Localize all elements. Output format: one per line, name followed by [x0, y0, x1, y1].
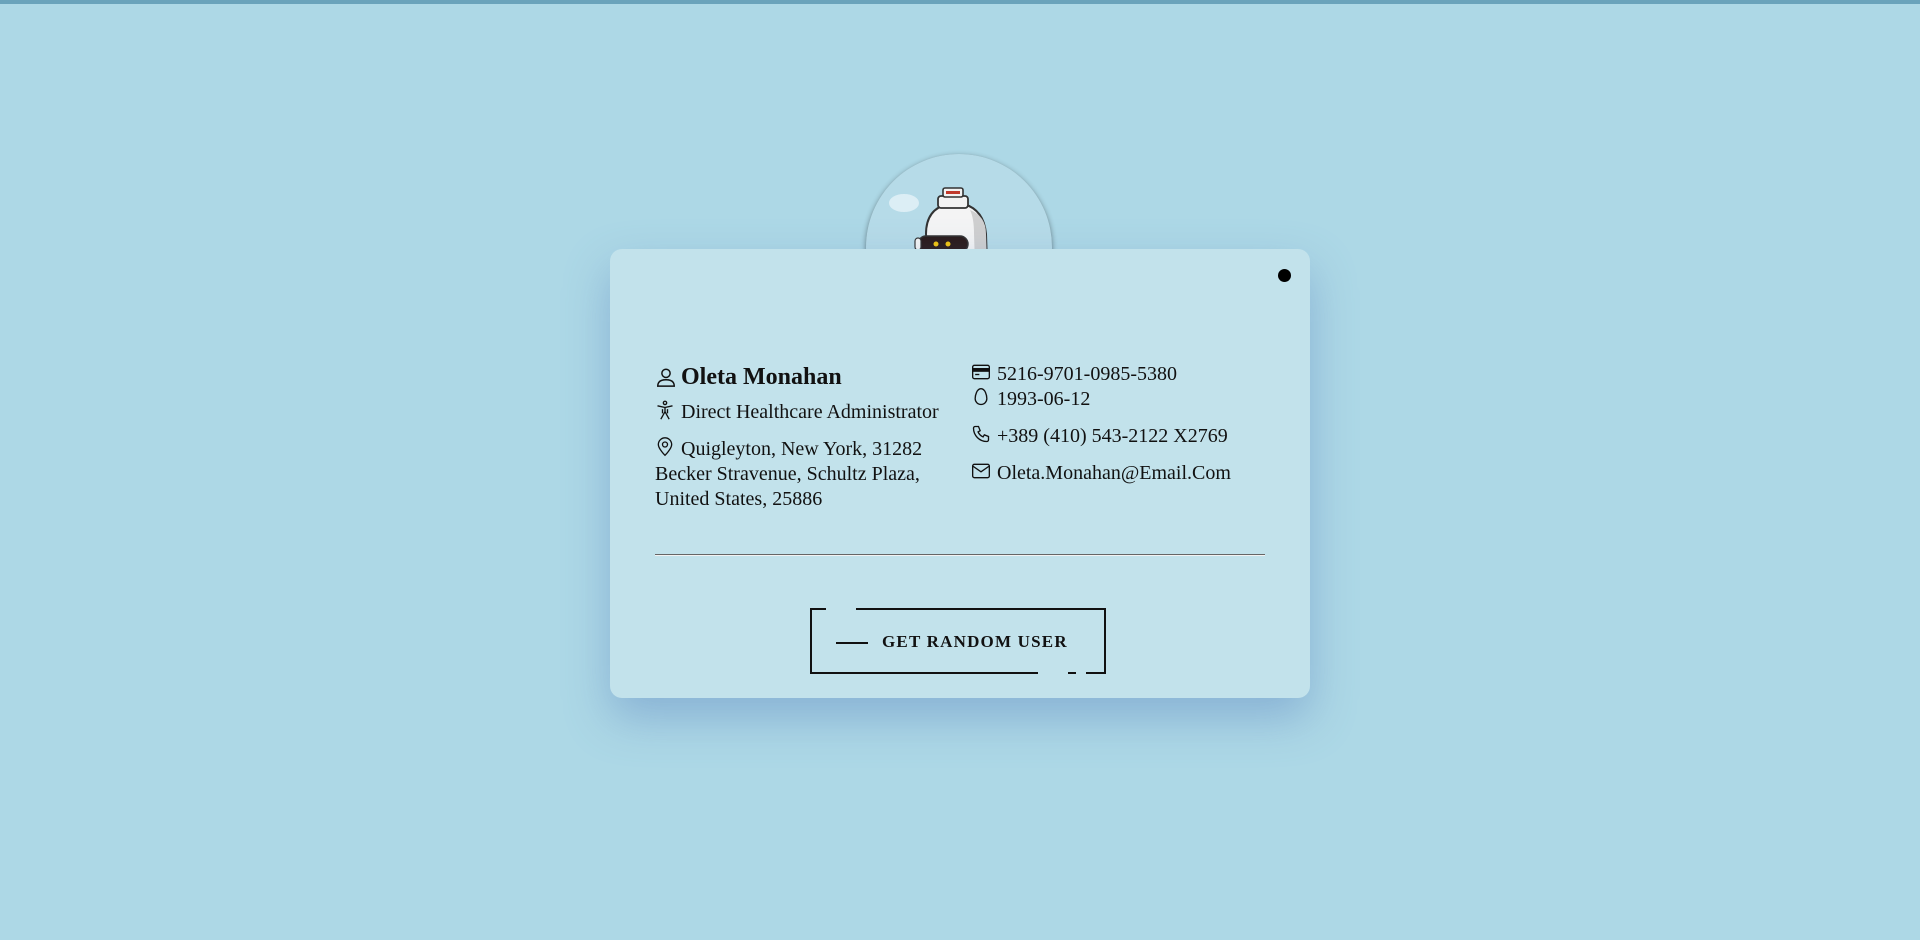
- card-number-row: 5216-9701-0985-5380: [971, 362, 1291, 387]
- birthdate: 1993-06-12: [997, 388, 1091, 410]
- user-card: Oleta Monahan Direct Healthcare Administ…: [610, 249, 1310, 698]
- status-dot: [1278, 269, 1291, 282]
- border-gap: [826, 608, 856, 610]
- button-label: GET RANDOM USER: [882, 632, 1068, 651]
- address-row: Quigleyton, New York, 31282 Becker Strav…: [655, 437, 945, 512]
- card-number: 5216-9701-0985-5380: [997, 363, 1177, 385]
- user-name-row: Oleta Monahan: [655, 362, 945, 392]
- user-name: Oleta Monahan: [681, 364, 842, 390]
- email-row: Oleta.Monahan@Email.Com: [971, 461, 1291, 486]
- mail-icon: [971, 461, 991, 481]
- user-details-left: Oleta Monahan Direct Healthcare Administ…: [655, 362, 945, 512]
- job-title: Direct Healthcare Administrator: [681, 401, 939, 423]
- email: Oleta.Monahan@Email.Com: [997, 462, 1231, 484]
- phone-icon: [971, 424, 991, 444]
- birthdate-row: 1993-06-12: [971, 387, 1291, 412]
- job-row: Direct Healthcare Administrator: [655, 400, 945, 425]
- border-gap: [1038, 672, 1068, 674]
- map-pin-icon: [655, 437, 675, 457]
- user-details-right: 5216-9701-0985-5380 1993-06-12 +389 (410…: [971, 362, 1291, 486]
- credit-card-icon: [971, 362, 991, 382]
- divider: [655, 554, 1265, 556]
- top-border: [0, 0, 1920, 4]
- address: Quigleyton, New York, 31282 Becker Strav…: [655, 438, 923, 510]
- phone-row: +389 (410) 543-2122 X2769: [971, 424, 1291, 449]
- accessibility-person-icon: [655, 400, 675, 420]
- border-gap: [1076, 672, 1086, 674]
- egg-icon: [971, 387, 991, 407]
- dash-icon: [836, 642, 868, 644]
- user-icon: [655, 366, 675, 387]
- get-random-user-button[interactable]: GET RANDOM USER: [810, 608, 1106, 674]
- phone: +389 (410) 543-2122 X2769: [997, 425, 1228, 447]
